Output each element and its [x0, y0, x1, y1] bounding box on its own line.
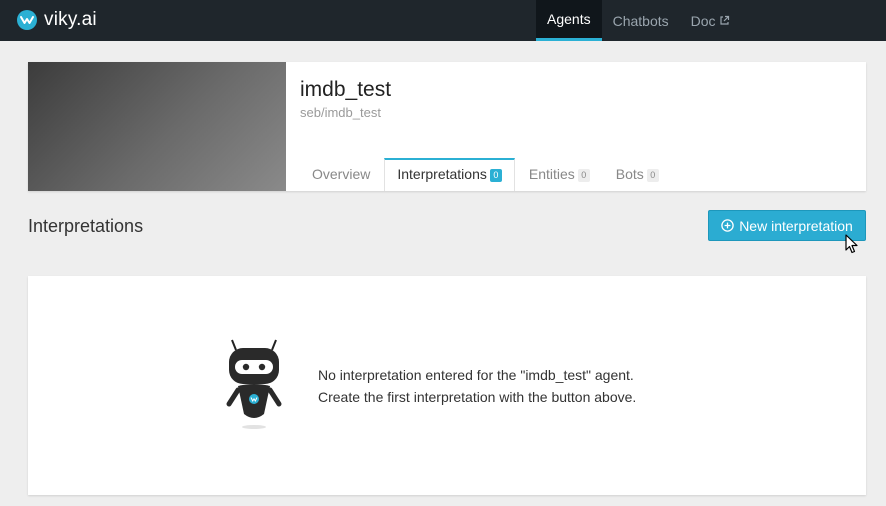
tab-bots-count-badge: 0: [646, 168, 659, 182]
tab-bots[interactable]: Bots 0: [604, 158, 671, 191]
agent-header-card: imdb_test seb/imdb_test Overview Interpr…: [28, 62, 866, 191]
empty-state-line-1: No interpretation entered for the "imdb_…: [318, 367, 634, 383]
tab-overview[interactable]: Overview: [300, 158, 382, 191]
section-title: Interpretations: [28, 216, 144, 236]
agent-slug: seb/imdb_test: [300, 105, 381, 120]
agent-cover-image: [28, 62, 286, 191]
nav-agents-label: Agents: [547, 11, 591, 27]
viky-logo-icon: [17, 10, 37, 30]
tab-interpretations[interactable]: Interpretations 0: [384, 158, 515, 191]
empty-state-line-2: Create the first interpretation with the…: [318, 389, 637, 405]
tab-overview-label: Overview: [312, 166, 371, 182]
brand-link[interactable]: viky.ai: [16, 7, 97, 33]
tab-entities[interactable]: Entities 0: [517, 158, 602, 191]
tab-interpretations-label: Interpretations: [397, 166, 487, 182]
tab-interpretations-count-badge: 0: [489, 168, 502, 182]
top-navbar: viky.ai Agents Chatbots Doc: [0, 0, 886, 41]
nav-doc-label: Doc: [690, 12, 716, 29]
nav-doc[interactable]: Doc: [680, 0, 741, 41]
interpretations-empty-card: No interpretation entered for the "imdb_…: [28, 276, 866, 495]
main-nav: Agents Chatbots Doc: [536, 0, 741, 41]
agent-title: imdb_test: [300, 78, 392, 101]
tab-entities-count-badge: 0: [577, 168, 590, 182]
empty-state-message: No interpretation entered for the "imdb_…: [318, 364, 636, 408]
new-interpretation-button[interactable]: New interpretation: [708, 210, 866, 241]
new-interpretation-label: New interpretation: [739, 217, 853, 234]
brand-name: viky.ai: [44, 9, 97, 30]
agent-tabs: Overview Interpretations 0 Entities 0 Bots…: [286, 158, 673, 191]
tab-entities-label: Entities: [528, 166, 575, 182]
nav-agents[interactable]: Agents: [536, 0, 602, 41]
nav-chatbots[interactable]: Chatbots: [602, 0, 680, 41]
mouse-cursor-icon: [845, 234, 858, 254]
plus-circle-icon: [721, 219, 734, 232]
external-link-icon: [719, 15, 729, 25]
tab-bots-label: Bots: [615, 166, 644, 182]
nav-chatbots-label: Chatbots: [612, 12, 669, 29]
robot-mascot-icon: [226, 339, 282, 429]
